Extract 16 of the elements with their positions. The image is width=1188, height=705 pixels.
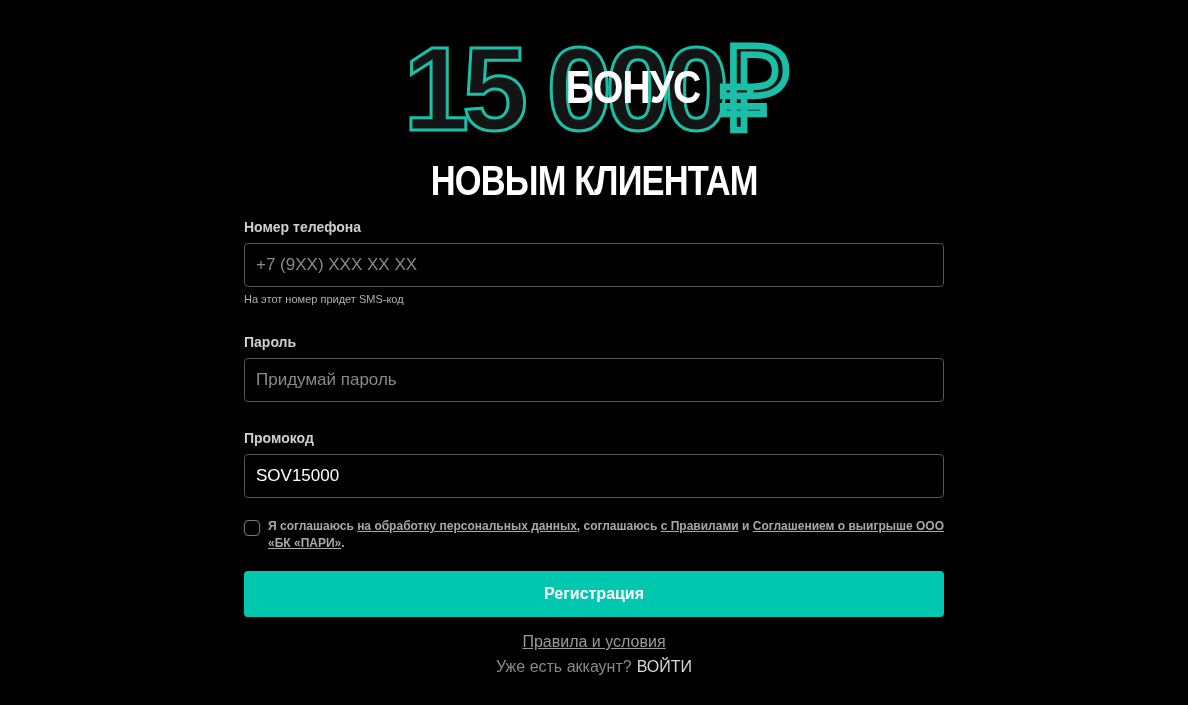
field-label: Промокод <box>244 429 315 447</box>
consent-checkbox[interactable] <box>244 520 260 536</box>
consent-text: Я соглашаюсь на обработку персональных данных, соглашаюсь с Правилами и Соглашением о выигрыше ООО «БК «ПАРИ». <box>268 518 944 552</box>
banner-subtitle: НОВЫМ КЛИЕНТАМ <box>430 160 758 202</box>
field-hint: На этот номер придет SMS-код <box>244 292 405 306</box>
input-field[interactable]: Придумай пароль <box>244 358 944 402</box>
field-label: Номер телефона <box>244 218 363 236</box>
field-label: Пароль <box>244 333 298 351</box>
consent-link[interactable]: Соглашением о выигрыше ООО <box>752 519 944 533</box>
consent-link[interactable]: на обработку персональных данных <box>357 519 577 533</box>
input-field[interactable]: SOV15000 <box>244 454 944 498</box>
consent-link[interactable]: с Правилами <box>660 519 739 533</box>
login-question: Уже есть аккаунт? <box>495 657 632 677</box>
terms-link[interactable]: Правила и условия <box>522 632 666 652</box>
login-link[interactable]: ВОЙТИ <box>636 657 693 677</box>
input-field[interactable]: +7 (9XX) XXX XX XX <box>244 243 944 287</box>
